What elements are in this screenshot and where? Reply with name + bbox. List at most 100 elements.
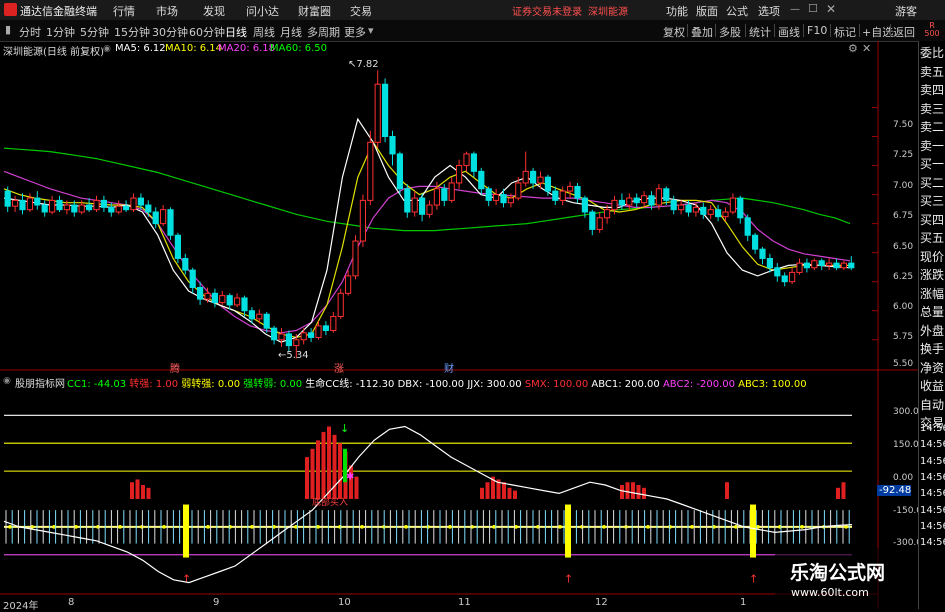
event-mark[interactable]: 腾: [170, 360, 180, 375]
tool-draw[interactable]: 画线: [778, 24, 800, 40]
indicator-values: CC1: -44.03 转强: 1.00 弱转强: 0.00 强转弱: 0.00…: [67, 375, 807, 390]
quote-panel-item[interactable]: 买四: [920, 211, 944, 228]
candle-body: [322, 325, 329, 331]
quote-panel-item[interactable]: 卖二: [920, 118, 944, 135]
menu-layout[interactable]: 版面: [696, 3, 718, 19]
app-name: 通达信金融终端: [20, 5, 97, 18]
candle-body: [352, 240, 359, 277]
trade-time-item: 14:56: [920, 423, 945, 434]
candle-body: [293, 339, 300, 347]
tool-stats[interactable]: 统计: [749, 24, 771, 40]
quote-panel-item[interactable]: 卖四: [920, 81, 944, 98]
candle-body: [263, 313, 270, 329]
quote-panel-item[interactable]: 总量: [920, 303, 944, 320]
indicator-red-bar: [625, 482, 630, 499]
quote-panel-item[interactable]: 买五: [920, 229, 944, 246]
price-tick: 7.00: [893, 181, 914, 191]
maximize-icon[interactable]: ☐: [808, 2, 818, 15]
tool-add-watchlist[interactable]: +自选: [862, 24, 893, 40]
quote-panel-item[interactable]: 自动: [920, 396, 944, 413]
quote-panel-item[interactable]: 涨幅: [920, 285, 944, 302]
period-tab-5min[interactable]: 5分钟: [80, 24, 109, 40]
indicator-red-bar: [316, 440, 320, 499]
candle-body: [167, 209, 174, 236]
quote-panel-item[interactable]: 外盘: [920, 322, 944, 339]
candle-body: [130, 197, 137, 211]
date-tick: 9: [213, 597, 220, 608]
candle-body: [278, 333, 285, 341]
quote-panel-item[interactable]: 买二: [920, 174, 944, 191]
period-tab-daily[interactable]: 日线: [225, 24, 247, 40]
period-tab-monthly[interactable]: 月线: [280, 24, 302, 40]
candle-body: [241, 297, 248, 312]
quote-panel-item[interactable]: 买三: [920, 192, 944, 209]
quote-panel-item[interactable]: 卖五: [920, 63, 944, 80]
tool-mark[interactable]: 标记: [834, 24, 856, 40]
tool-adjust[interactable]: 复权: [663, 24, 685, 40]
kline-chart[interactable]: ↑ ↑ ↑ ↓ ✱: [0, 41, 918, 609]
quote-panel-item[interactable]: 涨跌: [920, 266, 944, 283]
period-tab-more[interactable]: 更多: [344, 24, 366, 40]
candle-body: [389, 136, 396, 155]
quote-panel-item[interactable]: 净资: [920, 359, 944, 376]
candle-body: [433, 188, 440, 206]
toolbar-divider: [745, 24, 746, 37]
candle-body: [100, 199, 107, 208]
event-mark[interactable]: 涨: [334, 360, 344, 375]
event-mark[interactable]: 财: [444, 360, 454, 375]
indicator-baseline-dot: [756, 525, 760, 529]
period-tab-60min[interactable]: 60分钟: [189, 24, 225, 40]
menu-market[interactable]: 市场: [156, 3, 178, 19]
candle-body: [700, 206, 707, 215]
period-tab-15min[interactable]: 15分钟: [114, 24, 150, 40]
indicator-settings-icon[interactable]: ◉: [3, 376, 11, 386]
menu-function[interactable]: 功能: [666, 3, 688, 19]
indicator-red-bar: [141, 485, 145, 499]
tool-back[interactable]: 返回: [893, 24, 915, 40]
quote-panel-item[interactable]: 收益: [920, 377, 944, 394]
candle-body: [626, 197, 633, 206]
menu-trade[interactable]: 交易: [350, 3, 372, 19]
login-status[interactable]: 证券交易未登录: [512, 3, 582, 18]
quote-panel-item[interactable]: 买一: [920, 155, 944, 172]
period-tab-multi[interactable]: 多周期: [307, 24, 340, 40]
period-tab-weekly[interactable]: 周线: [253, 24, 275, 40]
tool-f10[interactable]: F10: [807, 24, 827, 37]
quote-panel-item[interactable]: 现价: [920, 248, 944, 265]
candle-body: [707, 209, 714, 215]
panel-toggle-label[interactable]: R 500: [921, 22, 943, 38]
candle-body: [574, 185, 581, 199]
menu-discover[interactable]: 发现: [203, 3, 225, 19]
high-price-value: 7.82: [356, 59, 379, 70]
menu-quotes[interactable]: 行情: [113, 3, 135, 19]
candle-body: [93, 199, 100, 211]
price-tick: 6.00: [893, 302, 914, 312]
menu-formula[interactable]: 公式: [726, 3, 748, 19]
candle-body: [300, 332, 307, 341]
more-chevron-icon[interactable]: ▾: [368, 24, 374, 37]
candle-body: [271, 327, 278, 341]
period-tab-30min[interactable]: 30分钟: [152, 24, 188, 40]
close-icon[interactable]: ✕: [826, 2, 836, 16]
candle-body: [611, 199, 618, 211]
tool-multi-stock[interactable]: 多股: [719, 24, 741, 40]
menu-wealth[interactable]: 财富圈: [298, 3, 331, 19]
indicator-baseline-dot: [404, 525, 408, 529]
indicator-baseline-dot: [118, 525, 122, 529]
quote-panel-item[interactable]: 卖一: [920, 137, 944, 154]
period-tab-minute[interactable]: 分时: [19, 24, 41, 40]
quote-panel-item[interactable]: 换手: [920, 340, 944, 357]
indicator-name[interactable]: 股朋指标网: [15, 375, 65, 390]
indicator-value: 弱转强: 0.00: [181, 379, 244, 390]
menu-ask[interactable]: 问小达: [246, 3, 279, 19]
candle-body: [618, 199, 625, 206]
quote-panel-item[interactable]: 卖三: [920, 100, 944, 117]
minimize-icon[interactable]: —: [790, 4, 800, 15]
tool-overlay[interactable]: 叠加: [691, 24, 713, 40]
guest-label[interactable]: 游客: [895, 3, 917, 19]
quote-panel-item[interactable]: 委比: [920, 44, 944, 61]
menu-options[interactable]: 选项: [758, 3, 780, 19]
period-tab-1min[interactable]: 1分钟: [46, 24, 75, 40]
candle-body: [759, 248, 766, 259]
indicator-baseline-dot: [8, 525, 12, 529]
